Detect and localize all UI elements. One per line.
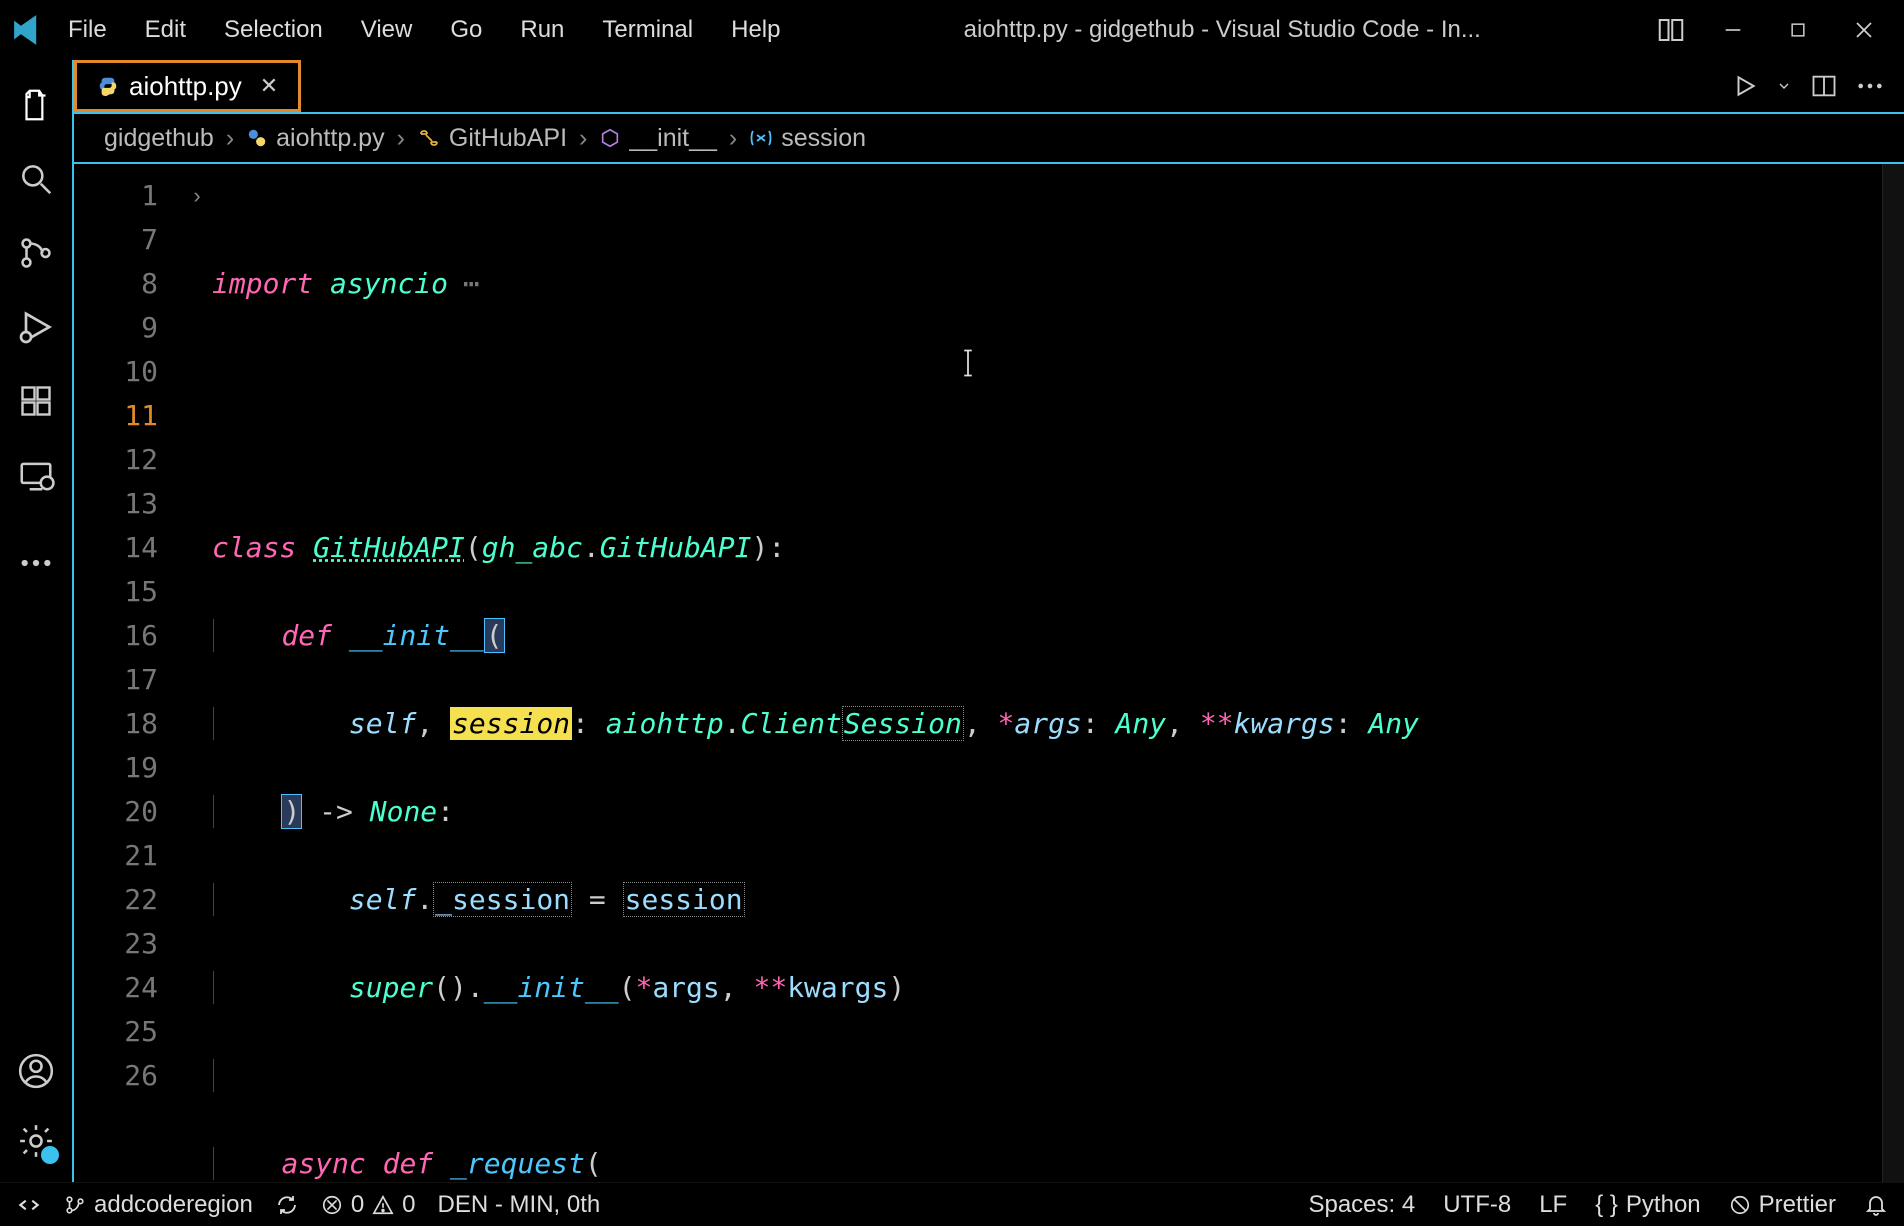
close-button[interactable]	[1844, 14, 1884, 46]
breadcrumb-project[interactable]: gidgethub	[104, 124, 214, 153]
menu-selection[interactable]: Selection	[216, 12, 331, 48]
remote-indicator-icon[interactable]	[16, 1192, 42, 1218]
breadcrumb-class-label: GitHubAPI	[449, 124, 567, 153]
warning-count: 0	[402, 1191, 415, 1219]
vscode-logo-icon	[8, 10, 48, 50]
more-icon[interactable]	[15, 542, 57, 584]
menu-terminal[interactable]: Terminal	[594, 12, 701, 48]
accounts-icon[interactable]	[15, 1050, 57, 1092]
fold-gutter[interactable]: ›	[182, 164, 212, 1182]
remote-explorer-icon[interactable]	[15, 454, 57, 496]
chevron-right-icon: ›	[579, 124, 587, 153]
line-number-gutter: 1 7 8 9 10 11 12 13 14 15 16 17 18 19 20…	[74, 164, 182, 1182]
editor-more-icon[interactable]	[1856, 82, 1884, 90]
prettier-label: Prettier	[1759, 1191, 1836, 1219]
class-icon	[417, 126, 441, 150]
run-debug-icon[interactable]	[15, 306, 57, 348]
eol-status[interactable]: LF	[1539, 1191, 1567, 1219]
language-mode[interactable]: { } Python	[1595, 1191, 1700, 1219]
window-controls	[1656, 14, 1896, 46]
breadcrumb[interactable]: gidgethub › aiohttp.py › GitHubAPI ›	[74, 114, 1904, 164]
method-icon	[599, 127, 621, 149]
menu-run[interactable]: Run	[512, 12, 572, 48]
menu-help[interactable]: Help	[723, 12, 788, 48]
encoding-status[interactable]: UTF-8	[1443, 1191, 1511, 1219]
breadcrumb-method[interactable]: __init__	[599, 124, 717, 153]
run-file-icon[interactable]	[1732, 73, 1758, 99]
breadcrumb-file[interactable]: aiohttp.py	[246, 124, 384, 153]
folded-indicator-icon[interactable]: ⋯	[448, 267, 478, 300]
language-label: Python	[1626, 1191, 1701, 1219]
source-control-icon[interactable]	[15, 232, 57, 274]
minimap[interactable]	[1882, 164, 1904, 1182]
code-content[interactable]: import asyncio ⋯ class GitHubAPI(gh_abc.…	[212, 164, 1882, 1182]
tab-label: aiohttp.py	[129, 71, 242, 102]
chevron-right-icon: ›	[729, 124, 737, 153]
problems-indicator[interactable]: 0 0	[321, 1191, 416, 1219]
python-file-icon	[97, 75, 119, 97]
status-bar: addcoderegion 0 0 DEN - MIN, 0th Spaces:…	[0, 1182, 1904, 1226]
minimize-button[interactable]	[1714, 15, 1752, 45]
branch-name: addcoderegion	[94, 1191, 253, 1219]
breadcrumb-member-label: session	[781, 124, 866, 153]
sync-icon[interactable]	[275, 1193, 299, 1217]
menu-edit[interactable]: Edit	[137, 12, 194, 48]
variable-icon	[749, 128, 773, 148]
menu-view[interactable]: View	[353, 12, 421, 48]
tab-aiohttp[interactable]: aiohttp.py ✕	[74, 60, 301, 112]
explorer-icon[interactable]	[15, 84, 57, 126]
split-editor-icon[interactable]	[1810, 72, 1838, 100]
editor[interactable]: 1 7 8 9 10 11 12 13 14 15 16 17 18 19 20…	[74, 164, 1904, 1182]
title-bar: File Edit Selection View Go Run Terminal…	[0, 0, 1904, 60]
run-dropdown-icon[interactable]	[1776, 78, 1792, 94]
activity-bar	[0, 60, 72, 1182]
search-icon[interactable]	[15, 158, 57, 200]
menu-file[interactable]: File	[60, 12, 115, 48]
error-count: 0	[351, 1191, 364, 1219]
settings-gear-icon[interactable]	[15, 1120, 57, 1162]
prettier-status[interactable]: Prettier	[1729, 1191, 1836, 1219]
menu-go[interactable]: Go	[442, 12, 490, 48]
breadcrumb-member[interactable]: session	[749, 124, 866, 153]
status-score[interactable]: DEN - MIN, 0th	[438, 1191, 601, 1219]
python-file-icon	[246, 127, 268, 149]
layout-customize-icon[interactable]	[1656, 15, 1686, 45]
tab-bar: aiohttp.py ✕	[74, 60, 1904, 114]
chevron-right-icon: ›	[226, 124, 234, 153]
tab-close-icon[interactable]: ✕	[260, 73, 278, 99]
branch-indicator[interactable]: addcoderegion	[64, 1191, 253, 1219]
notifications-bell-icon[interactable]	[1864, 1193, 1888, 1217]
indentation-status[interactable]: Spaces: 4	[1308, 1191, 1415, 1219]
breadcrumb-method-label: __init__	[629, 124, 717, 153]
breadcrumb-file-label: aiohttp.py	[276, 124, 384, 153]
menu-bar: File Edit Selection View Go Run Terminal…	[60, 12, 788, 48]
braces-icon: { }	[1595, 1191, 1618, 1219]
extensions-icon[interactable]	[15, 380, 57, 422]
window-title: aiohttp.py - gidgethub - Visual Studio C…	[788, 16, 1656, 44]
breadcrumb-class[interactable]: GitHubAPI	[417, 124, 567, 153]
chevron-right-icon: ›	[397, 124, 405, 153]
fold-collapsed-icon[interactable]: ›	[182, 174, 212, 218]
maximize-button[interactable]	[1780, 16, 1816, 44]
